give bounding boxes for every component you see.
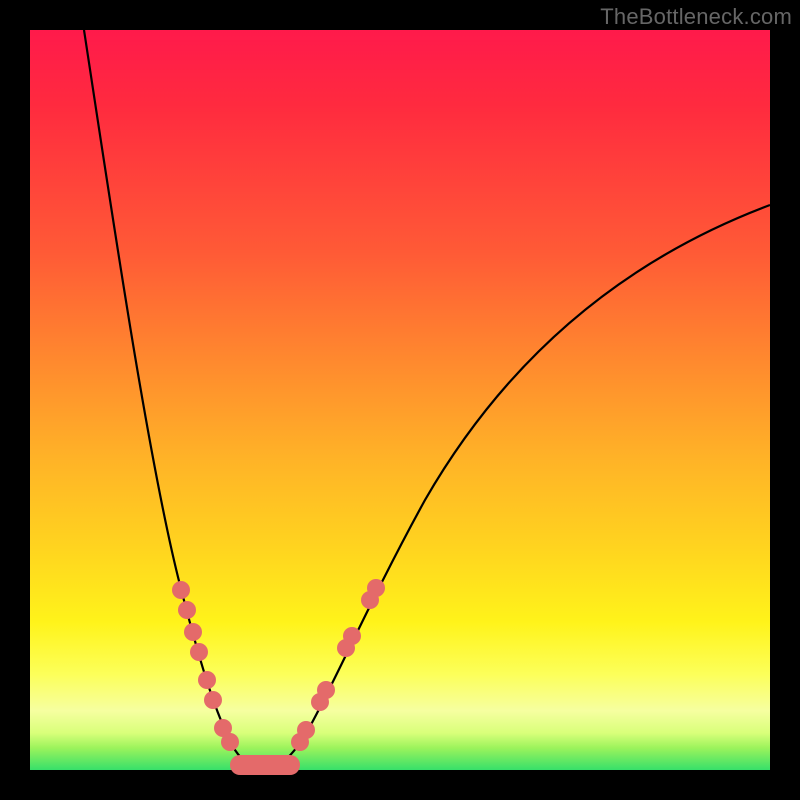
marker-right (317, 681, 335, 699)
marker-right (343, 627, 361, 645)
marker-right (367, 579, 385, 597)
marker-left (178, 601, 196, 619)
marker-left (184, 623, 202, 641)
marker-left (198, 671, 216, 689)
curve-layer (30, 30, 770, 770)
chart-frame: TheBottleneck.com (0, 0, 800, 800)
curve-right-branch (262, 205, 770, 769)
plot-area (30, 30, 770, 770)
marker-left (221, 733, 239, 751)
curve-left-branch (84, 30, 262, 769)
marker-left (172, 581, 190, 599)
watermark-text: TheBottleneck.com (600, 4, 792, 30)
marker-right (297, 721, 315, 739)
marker-left (190, 643, 208, 661)
marker-left (204, 691, 222, 709)
markers-group (172, 579, 385, 765)
